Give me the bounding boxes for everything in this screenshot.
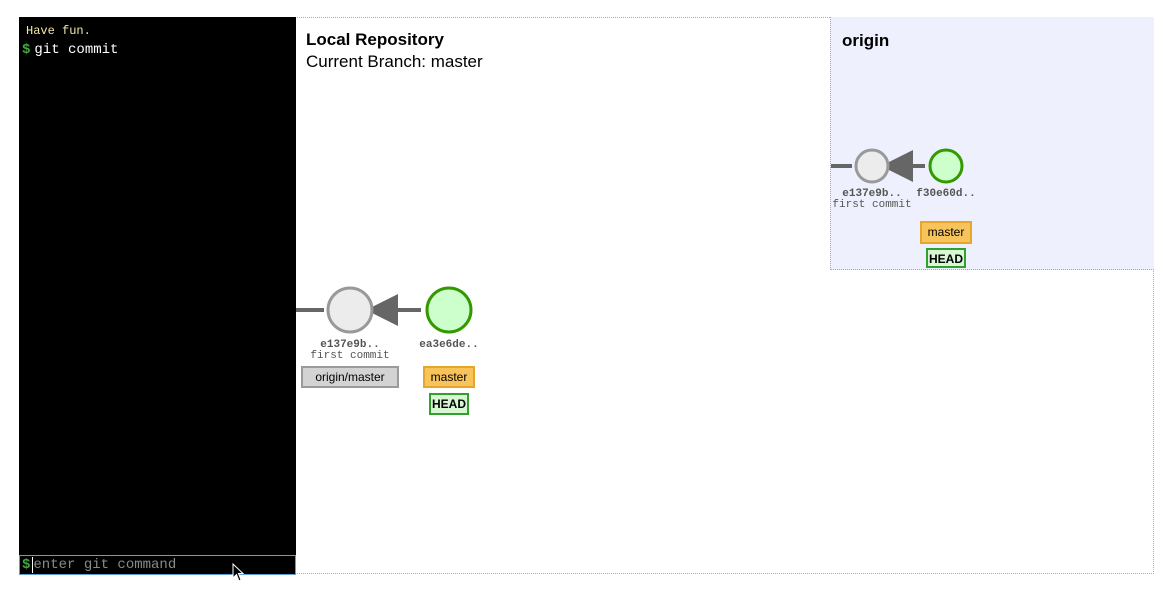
origin-commit-id-2: f30e60d.. xyxy=(916,188,976,200)
origin-commit-node-e137e9b[interactable] xyxy=(854,148,890,184)
commit-graph xyxy=(296,148,964,334)
mouse-cursor-icon xyxy=(232,563,245,582)
local-commit-id-2: ea3e6de.. xyxy=(419,339,479,351)
tag-local-master[interactable]: master xyxy=(423,366,475,388)
tag-origin-repo-master[interactable]: master xyxy=(920,221,972,244)
tag-origin-master[interactable]: origin/master xyxy=(301,366,399,388)
local-commit-node-ea3e6de[interactable] xyxy=(425,286,473,334)
tag-origin-repo-head[interactable]: HEAD xyxy=(926,248,966,268)
local-commit-msg-1: first commit xyxy=(310,350,390,362)
local-commit-node-e137e9b[interactable] xyxy=(326,286,374,334)
origin-commit-node-f30e60d[interactable] xyxy=(928,148,964,184)
tag-local-head[interactable]: HEAD xyxy=(429,393,469,415)
origin-commit-msg-1: first commit xyxy=(832,199,912,211)
